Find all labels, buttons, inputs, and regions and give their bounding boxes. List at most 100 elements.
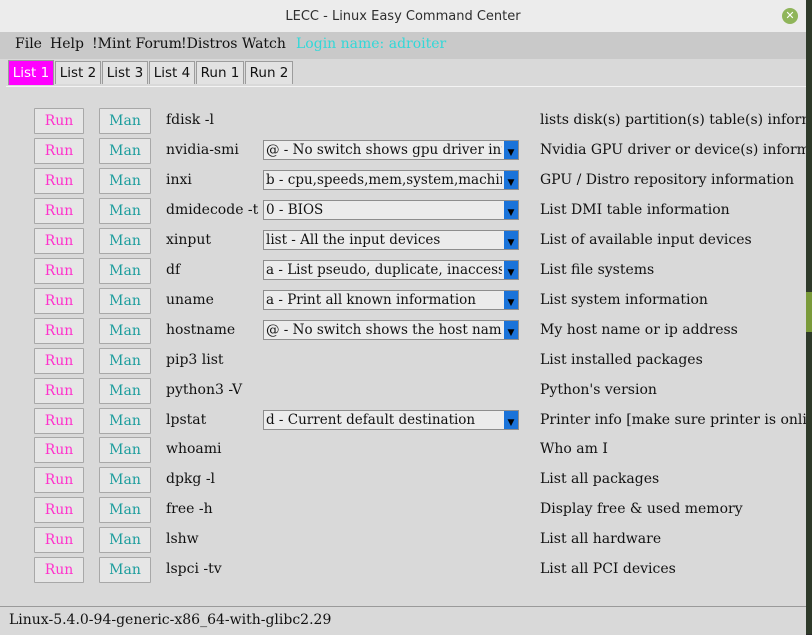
dropdown-arrow-icon[interactable]: ▼ bbox=[504, 140, 518, 159]
dropdown-arrow-icon[interactable]: ▼ bbox=[504, 410, 518, 429]
dropdown-arrow-icon[interactable]: ▼ bbox=[504, 200, 518, 219]
command-name: df bbox=[166, 261, 181, 278]
command-row: Run Man df a - List pseudo, duplicate, inac… bbox=[6, 257, 806, 288]
run-button[interactable]: Run bbox=[34, 527, 84, 554]
tab-list-3[interactable]: List 3 bbox=[102, 61, 148, 84]
man-button[interactable]: Man bbox=[99, 137, 151, 164]
tab-run-2[interactable]: Run 2 bbox=[245, 61, 293, 84]
option-value: a - List pseudo, duplicate, inaccessible bbox=[266, 261, 502, 278]
dropdown-arrow-icon[interactable]: ▼ bbox=[504, 290, 518, 309]
command-row: Run Man python3 -V Python's version bbox=[6, 377, 806, 408]
menu-file[interactable]: File bbox=[15, 36, 42, 52]
tab-run-1[interactable]: Run 1 bbox=[196, 61, 244, 84]
run-button[interactable]: Run bbox=[34, 377, 84, 404]
command-description: GPU / Distro repository information bbox=[540, 171, 794, 188]
tab-list-4[interactable]: List 4 bbox=[149, 61, 195, 84]
tab-bar: List 1 List 2 List 3 List 4 Run 1 Run 2 bbox=[0, 59, 806, 86]
man-button[interactable]: Man bbox=[99, 527, 151, 554]
command-description: Who am I bbox=[540, 441, 608, 458]
command-description: List all hardware bbox=[540, 531, 662, 548]
run-button[interactable]: Run bbox=[34, 197, 84, 224]
command-name: fdisk -l bbox=[166, 112, 214, 128]
command-name: inxi bbox=[166, 171, 192, 188]
command-row: Run Man dpkg -l List all packages bbox=[6, 467, 806, 497]
man-button[interactable]: Man bbox=[99, 497, 151, 524]
man-button[interactable]: Man bbox=[99, 437, 151, 464]
dropdown-arrow-icon[interactable]: ▼ bbox=[504, 170, 518, 189]
command-row: Run Man lshw List all hardware bbox=[6, 527, 806, 557]
option-dropdown[interactable]: 0 - BIOS ▼ bbox=[263, 199, 519, 220]
menu-distros-watch[interactable]: !Distros Watch bbox=[181, 36, 286, 52]
man-button[interactable]: Man bbox=[99, 197, 151, 224]
run-button[interactable]: Run bbox=[34, 227, 84, 254]
man-button[interactable]: Man bbox=[99, 347, 151, 374]
man-button[interactable]: Man bbox=[99, 227, 151, 254]
run-button[interactable]: Run bbox=[34, 167, 84, 194]
command-description: Printer info [make sure printer is onlin… bbox=[540, 411, 812, 428]
option-dropdown[interactable]: list - All the input devices ▼ bbox=[263, 229, 519, 250]
man-button[interactable]: Man bbox=[99, 317, 151, 344]
menu-mint-forum[interactable]: !Mint Forum bbox=[92, 36, 182, 52]
option-value: list - All the input devices bbox=[266, 231, 441, 248]
command-description: List installed packages bbox=[540, 351, 703, 368]
status-bar: Linux-5.4.0-94-generic-x86_64-with-glibc… bbox=[0, 606, 806, 635]
desktop-edge bbox=[806, 0, 812, 634]
tab-list-2[interactable]: List 2 bbox=[55, 61, 101, 84]
command-description: Python's version bbox=[540, 381, 657, 398]
man-button[interactable]: Man bbox=[99, 377, 151, 404]
command-name: xinput bbox=[166, 231, 211, 248]
option-dropdown[interactable]: b - cpu,speeds,mem,system,machine,cpu▼ bbox=[263, 169, 519, 190]
run-button[interactable]: Run bbox=[34, 407, 84, 434]
man-button[interactable]: Man bbox=[99, 557, 151, 584]
command-description: Display free & used memory bbox=[540, 501, 743, 518]
option-value: d - Current default destination bbox=[266, 411, 476, 428]
command-row: Run Man pip3 list List installed packages bbox=[6, 347, 806, 378]
command-description: My host name or ip address bbox=[540, 321, 738, 338]
run-button[interactable]: Run bbox=[34, 108, 84, 134]
command-row: Run Man lspci -tv List all PCI devices bbox=[6, 557, 806, 587]
option-dropdown[interactable]: @ - No switch shows the host name ▼ bbox=[263, 319, 519, 340]
run-button[interactable]: Run bbox=[34, 467, 84, 494]
command-row: Run Man free -h Display free & used memory bbox=[6, 497, 806, 527]
command-name: python3 -V bbox=[166, 381, 243, 398]
option-dropdown[interactable]: @ - No switch shows gpu driver info ▼ bbox=[263, 139, 519, 160]
command-row: Run Man dmidecode -t 0 - BIOS ▼ List DMI tabl… bbox=[6, 197, 806, 228]
command-description: List system information bbox=[540, 291, 708, 308]
command-description: List file systems bbox=[540, 261, 655, 278]
man-button[interactable]: Man bbox=[99, 167, 151, 194]
dropdown-arrow-icon[interactable]: ▼ bbox=[504, 320, 518, 339]
command-row: Run Man uname a - Print all known informati… bbox=[6, 287, 806, 318]
man-button[interactable]: Man bbox=[99, 407, 151, 434]
command-description: lists disk(s) partition(s) table(s) info… bbox=[540, 112, 812, 128]
command-description: List DMI table information bbox=[540, 201, 730, 218]
command-list-panel: Run Man fdisk -l lists disk(s) partition(s)… bbox=[6, 86, 812, 605]
option-value: b - cpu,speeds,mem,system,machine,cpu bbox=[266, 171, 502, 188]
run-button[interactable]: Run bbox=[34, 257, 84, 284]
tab-list-1[interactable]: List 1 bbox=[8, 60, 54, 85]
dropdown-arrow-icon[interactable]: ▼ bbox=[504, 260, 518, 279]
close-icon[interactable]: ✕ bbox=[782, 8, 798, 24]
run-button[interactable]: Run bbox=[34, 137, 84, 164]
menu-help[interactable]: Help bbox=[50, 36, 84, 52]
option-dropdown[interactable]: a - List pseudo, duplicate, inaccessible… bbox=[263, 259, 519, 280]
option-dropdown[interactable]: a - Print all known information ▼ bbox=[263, 289, 519, 310]
man-button[interactable]: Man bbox=[99, 467, 151, 494]
man-button[interactable]: Man bbox=[99, 257, 151, 284]
man-button[interactable]: Man bbox=[99, 108, 151, 134]
man-button[interactable]: Man bbox=[99, 287, 151, 314]
run-button[interactable]: Run bbox=[34, 347, 84, 374]
run-button[interactable]: Run bbox=[34, 437, 84, 464]
menu-bar: File Help !Mint Forum !Distros Watch Log… bbox=[0, 32, 806, 59]
run-button[interactable]: Run bbox=[34, 287, 84, 314]
dropdown-arrow-icon[interactable]: ▼ bbox=[504, 230, 518, 249]
command-description: Nvidia GPU driver or device(s) informati… bbox=[540, 141, 812, 158]
run-button[interactable]: Run bbox=[34, 317, 84, 344]
run-button[interactable]: Run bbox=[34, 557, 84, 584]
option-value: 0 - BIOS bbox=[266, 201, 324, 218]
window-title: LECC - Linux Easy Command Center bbox=[285, 9, 521, 24]
run-button[interactable]: Run bbox=[34, 497, 84, 524]
command-name: lshw bbox=[166, 531, 199, 548]
command-name: dmidecode -t bbox=[166, 201, 259, 218]
command-description: List all PCI devices bbox=[540, 561, 676, 578]
option-dropdown[interactable]: d - Current default destination ▼ bbox=[263, 409, 519, 430]
